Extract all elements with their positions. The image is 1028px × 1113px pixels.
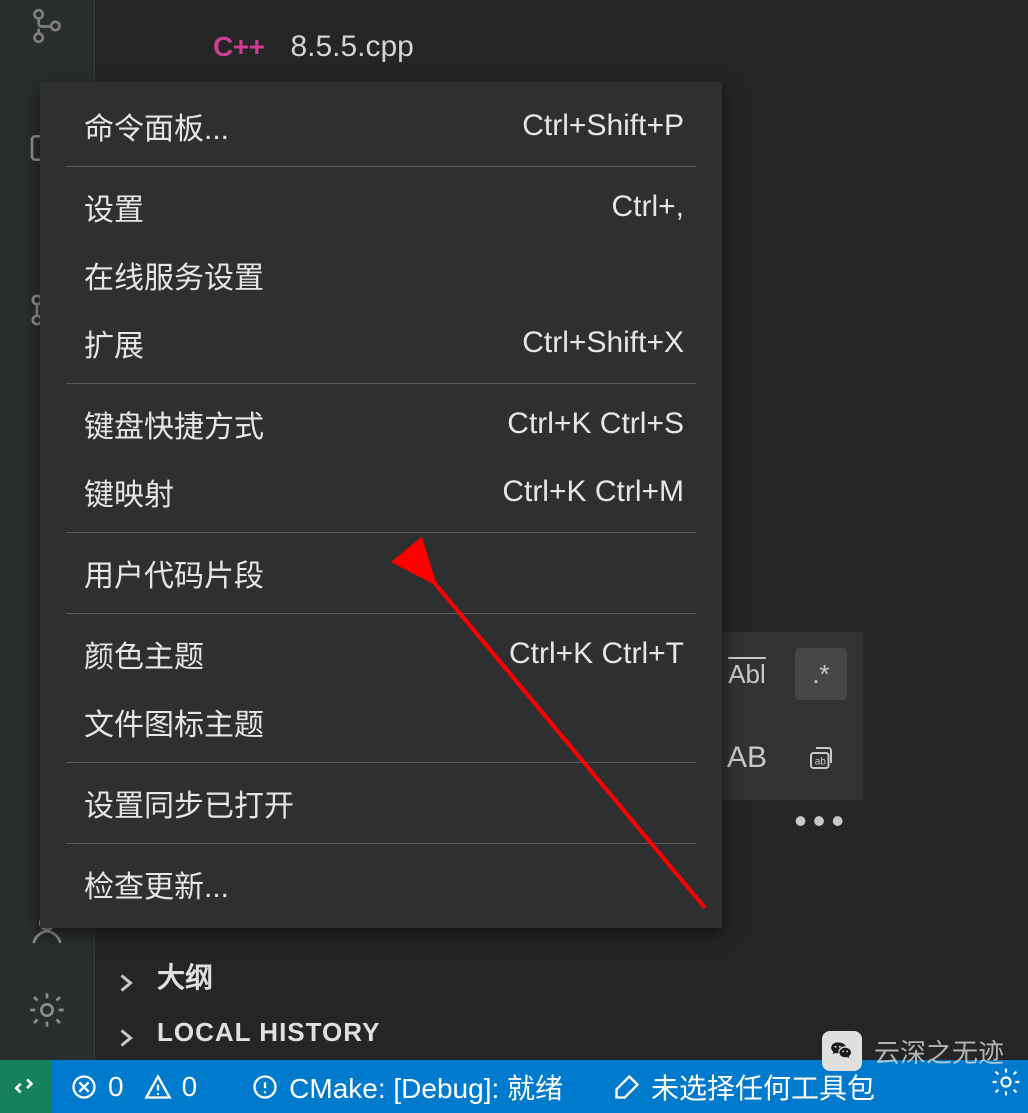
chevron-right-icon [117, 1023, 135, 1041]
outline-section-header[interactable]: 大纲 [95, 948, 1028, 1004]
cmake-status[interactable]: CMake: [Debug]: 就绪 [233, 1060, 581, 1113]
settings-context-menu: 命令面板... Ctrl+Shift+P 设置 Ctrl+, 在线服务设置扩展 Ctrl+… [40, 82, 722, 928]
menu-item-shortcut: Ctrl+K Ctrl+M [502, 475, 684, 509]
menu-item-shortcut: Ctrl+K Ctrl+S [507, 407, 684, 441]
replace-in-selection-button[interactable]: ab [795, 732, 847, 784]
menu-item-label: 键映射 [84, 470, 174, 514]
watermark-text: 云深之无迹 [874, 1033, 1004, 1070]
menu-separator [66, 383, 696, 384]
chevron-right-icon [117, 967, 135, 985]
remote-indicator[interactable] [0, 1060, 52, 1113]
problems-warnings[interactable]: 0 [142, 1060, 216, 1113]
menu-item[interactable]: 键映射 Ctrl+K Ctrl+M [40, 458, 722, 526]
menu-item-shortcut: Ctrl+Shift+P [522, 109, 684, 143]
menu-item-label: 设置同步已打开 [84, 781, 294, 825]
warning-count: 0 [182, 1071, 198, 1103]
cpp-file-icon: C++ [213, 31, 264, 63]
menu-item[interactable]: 设置 Ctrl+, [40, 173, 722, 241]
menu-item-label: 颜色主题 [84, 632, 204, 676]
find-replace-widget: a Abl .* AB ab [708, 632, 863, 800]
menu-item-label: 设置 [84, 185, 144, 229]
menu-item[interactable]: 在线服务设置 [40, 241, 722, 309]
menu-separator [66, 166, 696, 167]
menu-separator [66, 843, 696, 844]
menu-item[interactable]: 命令面板... Ctrl+Shift+P [40, 92, 722, 160]
menu-item-label: 在线服务设置 [84, 253, 264, 297]
menu-separator [66, 532, 696, 533]
file-name: 8.5.5.cpp [290, 30, 413, 64]
menu-item-label: 命令面板... [84, 104, 229, 148]
file-row[interactable]: C++ 8.5.5.cpp [95, 20, 414, 74]
menu-separator [66, 762, 696, 763]
menu-item-label: 文件图标主题 [84, 700, 264, 744]
menu-item-shortcut: Ctrl+, [611, 190, 684, 224]
source-control-icon[interactable] [21, 0, 73, 52]
menu-item-label: 检查更新... [84, 862, 229, 906]
menu-separator [66, 613, 696, 614]
local-history-label: LOCAL HISTORY [157, 1017, 380, 1048]
preserve-case-button[interactable]: AB [721, 732, 773, 784]
menu-item[interactable]: 设置同步已打开 [40, 769, 722, 837]
menu-item[interactable]: 扩展 Ctrl+Shift+X [40, 309, 722, 377]
regex-button[interactable]: .* [795, 648, 847, 700]
watermark: 云深之无迹 [812, 1025, 1014, 1077]
menu-item[interactable]: 检查更新... [40, 850, 722, 918]
wechat-icon [822, 1031, 862, 1071]
menu-item-shortcut: Ctrl+Shift+X [522, 326, 684, 360]
menu-item[interactable]: 键盘快捷方式 Ctrl+K Ctrl+S [40, 390, 722, 458]
error-count: 0 [108, 1071, 124, 1103]
menu-item[interactable]: 文件图标主题 [40, 688, 722, 756]
more-options-button[interactable]: ••• [794, 800, 850, 842]
menu-item[interactable]: 用户代码片段 [40, 539, 722, 607]
match-word-button[interactable]: Abl [721, 648, 773, 700]
menu-item-label: 用户代码片段 [84, 551, 264, 595]
svg-text:ab: ab [815, 756, 827, 767]
cmake-status-label: CMake: [Debug]: 就绪 [289, 1067, 563, 1107]
gear-icon[interactable] [21, 984, 73, 1036]
menu-item-label: 键盘快捷方式 [84, 402, 264, 446]
menu-item-label: 扩展 [84, 321, 144, 365]
menu-item-shortcut: Ctrl+K Ctrl+T [509, 637, 684, 671]
menu-item[interactable]: 颜色主题 Ctrl+K Ctrl+T [40, 620, 722, 688]
outline-label: 大纲 [157, 956, 213, 996]
problems-errors[interactable]: 0 [52, 1060, 142, 1113]
